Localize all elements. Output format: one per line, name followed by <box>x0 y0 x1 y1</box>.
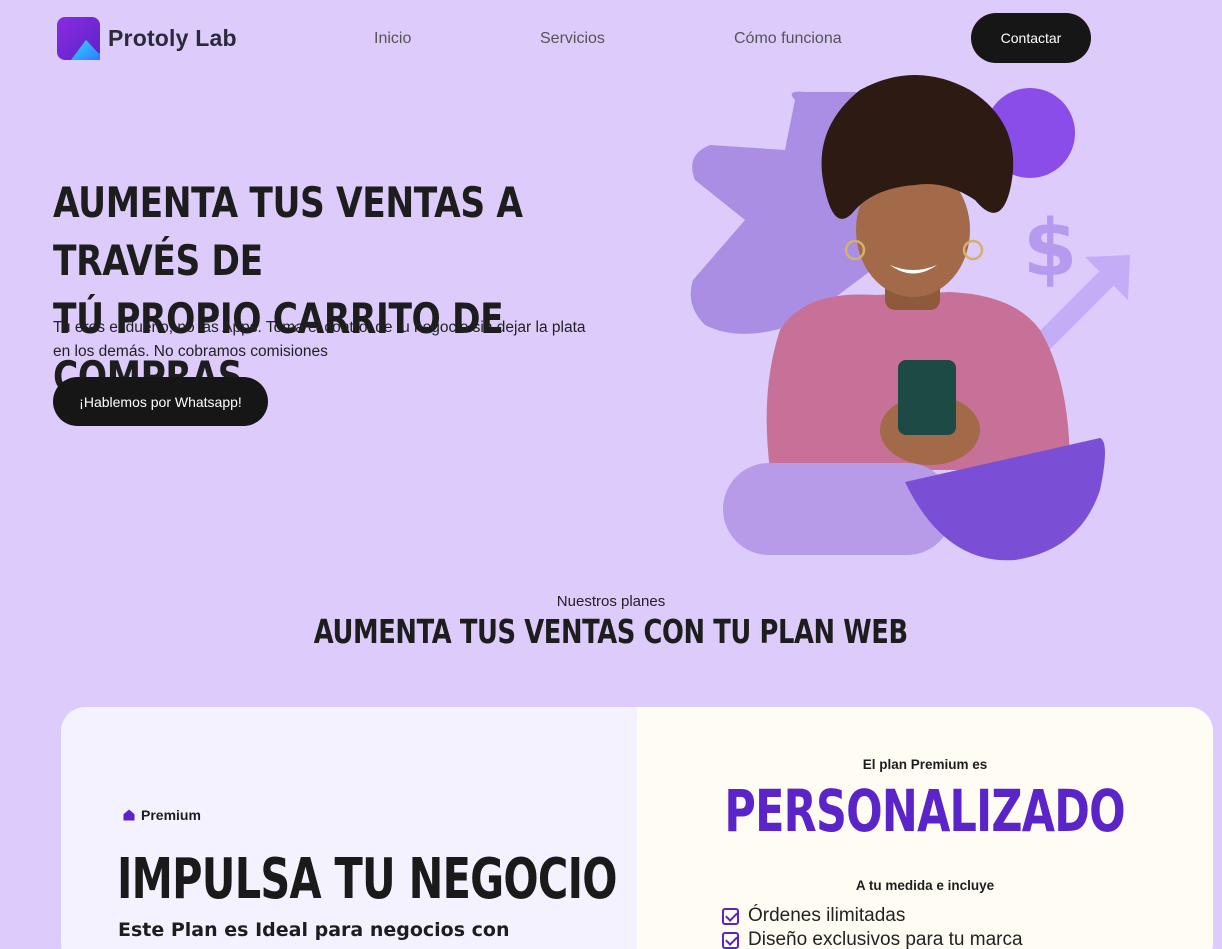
top-navigation: Protoly Lab Inicio Servicios Cómo funcio… <box>0 0 1222 78</box>
dollar-icon: $ <box>1023 204 1077 294</box>
plans-kicker: Nuestros planes <box>556 593 666 610</box>
feature-item: Órdenes ilimitadas <box>722 905 905 927</box>
plan-card-right: El plan Premium es PERSONALIZADO A tu me… <box>637 707 1213 949</box>
brand-name: Protoly Lab <box>108 25 237 51</box>
premium-tag-label: Premium <box>141 807 201 823</box>
decor-pill <box>723 463 953 555</box>
premium-big-title: PERSONALIZADO <box>724 777 1126 845</box>
nav-inicio[interactable]: Inicio <box>374 30 411 48</box>
checkbox-icon <box>722 931 739 949</box>
premium-big-wrap: PERSONALIZADO <box>637 777 1213 845</box>
checkbox-icon <box>722 907 739 925</box>
brand-logo-icon <box>57 17 100 60</box>
includes-label: A tu medida e incluye <box>855 878 995 893</box>
plans-title-wrap: AUMENTA TUS VENTAS CON TU PLAN WEB <box>0 612 1222 651</box>
plan-card: Premium IMPULSA TU NEGOCIO Este Plan es … <box>61 707 1213 949</box>
nav-servicios[interactable]: Servicios <box>540 30 605 48</box>
feature-label: Diseño exclusivos para tu marca <box>748 929 1023 949</box>
contact-button[interactable]: Contactar <box>971 13 1091 63</box>
feature-item: Diseño exclusivos para tu marca <box>722 929 1023 949</box>
plan-card-left: Premium IMPULSA TU NEGOCIO Este Plan es … <box>61 707 637 949</box>
hero-title: AUMENTA TUS VENTAS A TRAVÉS DE TÚ PROPIO… <box>53 174 545 406</box>
hero-title-line1: AUMENTA TUS VENTAS A TRAVÉS DE <box>53 178 523 285</box>
whatsapp-button[interactable]: ¡Hablemos por Whatsapp! <box>53 377 268 426</box>
nav-como-funciona[interactable]: Cómo funciona <box>734 30 842 48</box>
plan-description: Este Plan es Ideal para negocios con <box>118 919 510 941</box>
premium-kicker: El plan Premium es <box>862 757 988 772</box>
phone-icon <box>898 360 956 435</box>
brand-logo[interactable]: Protoly Lab <box>57 17 237 60</box>
home-icon <box>123 809 135 821</box>
plans-title: AUMENTA TUS VENTAS CON TU PLAN WEB <box>314 612 908 651</box>
plan-headline: IMPULSA TU NEGOCIO <box>117 847 617 912</box>
hero-subtitle: Tu eres el dueño, no las Apps. Toma el c… <box>53 319 586 360</box>
hero-illustration: $ <box>685 70 1155 565</box>
feature-label: Órdenes ilimitadas <box>748 905 906 926</box>
premium-tag: Premium <box>123 807 201 823</box>
